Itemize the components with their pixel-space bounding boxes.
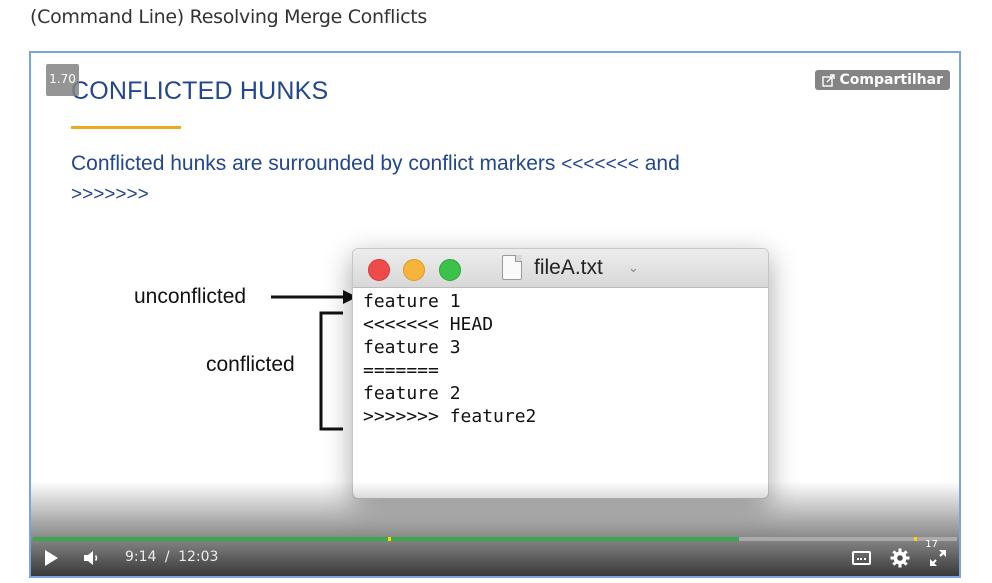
code-line: >>>>>>> feature2 <box>363 406 537 427</box>
slide-body-text: Conflicted hunks are surrounded by confl… <box>71 149 791 209</box>
window-file-name: fileA.txt <box>534 256 603 279</box>
video-player[interactable]: CONFLICTED HUNKS Conflicted hunks are su… <box>29 51 961 578</box>
file-window: fileA.txt ⌄ feature 1 <<<<<<< HEAD featu… <box>352 248 769 499</box>
current-time: 9:14 <box>125 549 157 565</box>
time-separator: / <box>164 549 170 565</box>
code-line: feature 1 <box>363 291 461 312</box>
slide-text-and: and <box>638 152 680 175</box>
slide-text-main: Conflicted hunks are surrounded by confl… <box>71 152 562 175</box>
minimize-window-icon <box>403 259 425 281</box>
progress-fill <box>33 537 739 541</box>
slide-marker-close: >>>>>>> <box>71 184 149 205</box>
window-titlebar: fileA.txt ⌄ <box>353 249 768 288</box>
captions-icon[interactable] <box>852 551 871 565</box>
volume-icon[interactable] <box>82 549 102 567</box>
slide-title: CONFLICTED HUNKS <box>71 77 329 105</box>
duration: 12:03 <box>178 549 219 565</box>
chapter-marker[interactable] <box>387 537 391 541</box>
chapter-marker[interactable] <box>914 537 918 541</box>
file-content: feature 1 <<<<<<< HEAD feature 3 =======… <box>353 288 768 428</box>
arrow-icon <box>271 290 357 304</box>
conflicted-label: conflicted <box>206 353 295 376</box>
close-window-icon <box>368 259 390 281</box>
code-line: feature 3 <box>363 337 461 358</box>
playback-speed-badge[interactable]: 1.70 <box>46 64 79 96</box>
share-label: Compartilhar <box>839 72 943 88</box>
bracket-icon <box>319 311 343 431</box>
progress-bar[interactable] <box>33 537 957 541</box>
code-line: <<<<<<< HEAD <box>363 314 494 335</box>
code-line: ======= <box>363 360 439 381</box>
share-icon <box>821 73 835 87</box>
unconflicted-label: unconflicted <box>134 285 247 308</box>
time-display: 9:14 / 12:03 <box>125 549 218 565</box>
play-icon[interactable] <box>45 550 58 566</box>
page-title: (Command Line) Resolving Merge Conflicts <box>30 6 427 28</box>
fullscreen-icon[interactable] <box>928 548 948 568</box>
code-line: feature 2 <box>363 383 461 404</box>
zoom-window-icon <box>439 259 461 281</box>
share-button[interactable]: Compartilhar <box>814 70 950 90</box>
gear-icon[interactable] <box>890 548 910 568</box>
control-bar: 9:14 / 12:03 17 <box>31 539 959 576</box>
chevron-down-icon: ⌄ <box>628 261 639 276</box>
slide-marker-open: <<<<<<< <box>561 154 639 175</box>
document-icon <box>502 255 522 280</box>
title-underline <box>71 126 181 129</box>
